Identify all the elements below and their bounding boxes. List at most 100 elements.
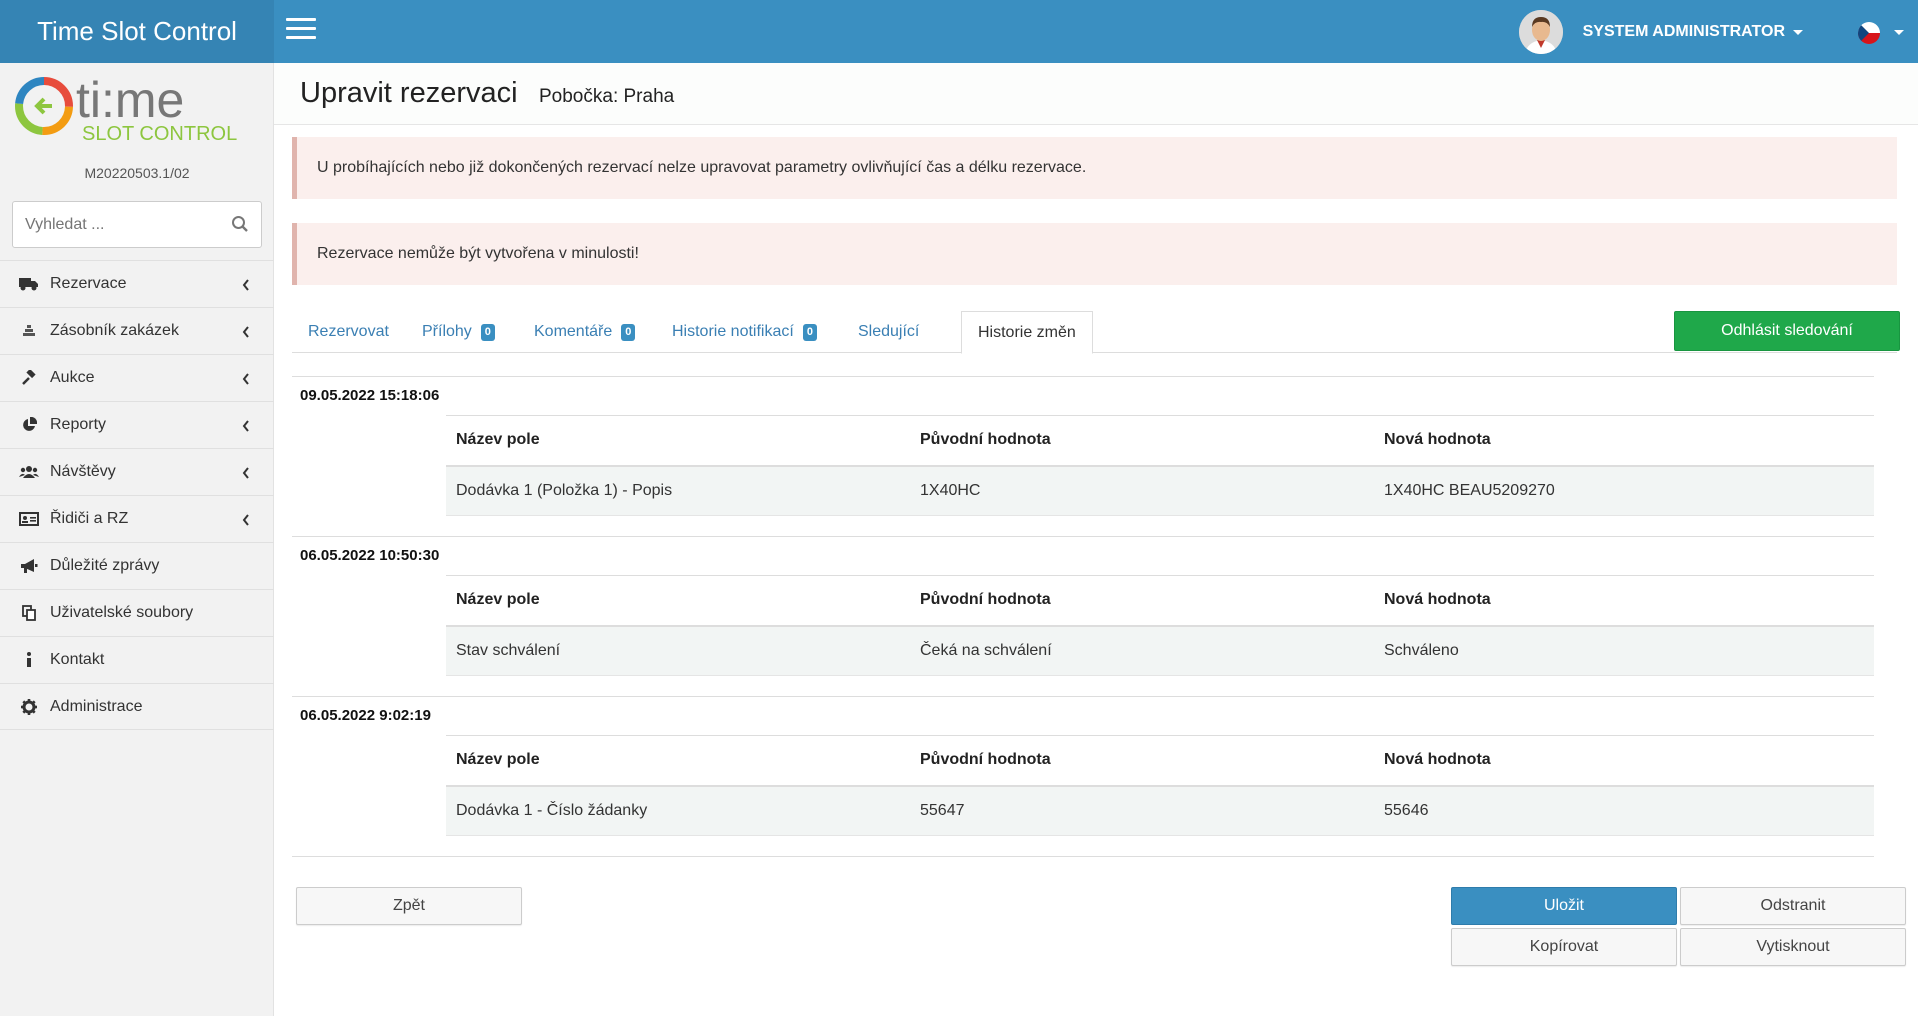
chevron-left-icon	[242, 325, 250, 343]
sidebar-item-ridici-a-rz[interactable]: Řidiči a RZ	[0, 495, 274, 542]
column-header: Nová hodnota	[1374, 415, 1874, 467]
column-header: Název pole	[446, 735, 910, 787]
new-value-cell: 1X40HC BEAU5209270	[1374, 465, 1874, 516]
tab-komentare[interactable]: Komentáře 0	[518, 311, 651, 353]
entry-date: 09.05.2022 15:18:06	[300, 387, 440, 404]
tab-prilohy[interactable]: Přílohy 0	[406, 311, 511, 353]
svg-text:ti:me: ti:me	[76, 73, 184, 128]
tab-historie-zmen[interactable]: Historie změn	[961, 311, 1093, 354]
print-button[interactable]: Vytisknout	[1680, 928, 1906, 966]
sidebar-item-label: Řidiči a RZ	[50, 510, 129, 527]
pie-chart-icon	[18, 416, 40, 434]
svg-text:SLOT CONTROL: SLOT CONTROL	[82, 123, 237, 145]
chevron-left-icon	[242, 278, 250, 296]
save-button[interactable]: Uložit	[1451, 887, 1677, 925]
language-chevron-down-icon[interactable]	[1894, 30, 1904, 35]
tab-historie-notifikaci[interactable]: Historie notifikací 0	[656, 311, 833, 353]
column-header: Původní hodnota	[910, 415, 1374, 467]
column-header: Původní hodnota	[910, 575, 1374, 627]
sidebar-item-rezervace[interactable]: Rezervace	[0, 260, 274, 307]
history-entry: 06.05.2022 10:50:30 Název pole Původní h…	[292, 537, 1874, 697]
app-version: M20220503.1/02	[84, 165, 190, 181]
field-name-cell: Dodávka 1 - Číslo žádanky	[446, 785, 910, 836]
changes-table: Název pole Původní hodnota Nová hodnota …	[446, 575, 1874, 676]
count-badge: 0	[621, 323, 636, 341]
tab-label: Rezervovat	[308, 323, 389, 340]
old-value-cell: 1X40HC	[910, 465, 1374, 516]
chevron-left-icon	[242, 513, 250, 531]
column-header: Název pole	[446, 415, 910, 467]
gavel-icon	[18, 369, 40, 387]
table-header-row: Název pole Původní hodnota Nová hodnota	[446, 575, 1874, 627]
unfollow-button[interactable]: Odhlásit sledování	[1674, 311, 1900, 351]
table-header-row: Název pole Původní hodnota Nová hodnota	[446, 415, 1874, 467]
field-name-cell: Stav schválení	[446, 625, 910, 676]
chevron-left-icon	[242, 466, 250, 484]
page-title: Upravit rezervaci	[300, 77, 518, 109]
column-header: Název pole	[446, 575, 910, 627]
copy-button[interactable]: Kopírovat	[1451, 928, 1677, 966]
sidebar-item-label: Kontakt	[50, 651, 105, 668]
main-content: Upravit rezervaci Pobočka: Praha U probí…	[274, 63, 1918, 1016]
chevron-left-icon	[242, 419, 250, 437]
sidebar-item-uzivatelske-soubory[interactable]: Uživatelské soubory	[0, 589, 274, 636]
search-input[interactable]	[13, 202, 213, 247]
count-badge: 0	[802, 323, 817, 341]
gear-icon	[18, 698, 40, 716]
table-row: Stav schválení Čeká na schválení Schvále…	[446, 625, 1874, 676]
back-button[interactable]: Zpět	[296, 887, 522, 925]
change-history: 09.05.2022 15:18:06 Název pole Původní h…	[292, 376, 1874, 857]
sidebar-item-label: Administrace	[50, 697, 143, 715]
tab-label: Historie změn	[978, 323, 1076, 341]
column-header: Nová hodnota	[1374, 735, 1874, 787]
user-menu[interactable]: SYSTEM ADMINISTRATOR	[1518, 10, 1803, 54]
tab-label: Přílohy	[422, 323, 472, 340]
cz-flag-icon[interactable]	[1858, 22, 1880, 44]
sidebar-item-administrace[interactable]: Administrace	[0, 683, 274, 730]
users-icon	[18, 463, 40, 481]
search-icon[interactable]	[231, 215, 249, 238]
stack-icon	[18, 322, 40, 340]
sidebar-item-label: Rezervace	[50, 275, 127, 292]
old-value-cell: 55647	[910, 785, 1374, 836]
alert-past-reservation: Rezervace nemůže být vytvořena v minulos…	[292, 223, 1897, 285]
copy-icon	[18, 604, 40, 622]
sidebar-item-aukce[interactable]: Aukce	[0, 354, 274, 401]
sidebar-item-label: Zásobník zakázek	[50, 322, 179, 339]
sidebar-menu: Rezervace Zásobník zakázek Aukce Reporty…	[0, 260, 274, 730]
table-row: Dodávka 1 - Číslo žádanky 55647 55646	[446, 785, 1874, 836]
column-header: Nová hodnota	[1374, 575, 1874, 627]
new-value-cell: Schváleno	[1374, 625, 1874, 676]
sidebar: ti:me SLOT CONTROL M20220503.1/02 Rezerv…	[0, 63, 274, 1016]
changes-table: Název pole Původní hodnota Nová hodnota …	[446, 415, 1874, 516]
history-entry: 09.05.2022 15:18:06 Název pole Původní h…	[292, 377, 1874, 537]
sidebar-item-zasobnik-zakazek[interactable]: Zásobník zakázek	[0, 307, 274, 354]
table-header-row: Název pole Původní hodnota Nová hodnota	[446, 735, 1874, 787]
sidebar-item-reporty[interactable]: Reporty	[0, 401, 274, 448]
page-subtitle: Pobočka: Praha	[539, 86, 675, 107]
sidebar-item-dulezite-zpravy[interactable]: Důležité zprávy	[0, 542, 274, 589]
info-icon	[18, 651, 40, 669]
id-card-icon	[18, 510, 40, 528]
entry-date: 06.05.2022 9:02:19	[300, 707, 431, 724]
field-name-cell: Dodávka 1 (Položka 1) - Popis	[446, 465, 910, 516]
tab-bar: Rezervovat Přílohy 0 Komentáře 0 Historie …	[292, 311, 1897, 354]
search-box	[12, 201, 262, 248]
truck-icon	[18, 275, 40, 293]
tab-label: Sledující	[858, 323, 920, 340]
app-title[interactable]: Time Slot Control	[0, 0, 274, 63]
hamburger-menu-icon[interactable]	[286, 18, 316, 42]
tab-sledujici[interactable]: Sledující	[842, 311, 935, 353]
sidebar-item-label: Návštěvy	[50, 463, 116, 480]
sidebar-item-kontakt[interactable]: Kontakt	[0, 636, 274, 683]
sidebar-item-navstevy[interactable]: Návštěvy	[0, 448, 274, 495]
page-header: Upravit rezervaci Pobočka: Praha	[274, 63, 1918, 125]
tab-rezervovat[interactable]: Rezervovat	[292, 311, 405, 353]
user-name[interactable]: SYSTEM ADMINISTRATOR	[1583, 23, 1785, 41]
chevron-down-icon[interactable]	[1793, 29, 1803, 35]
delete-button[interactable]: Odstranit	[1680, 887, 1906, 925]
old-value-cell: Čeká na schválení	[910, 625, 1374, 676]
sidebar-item-label: Reporty	[50, 416, 107, 433]
avatar	[1518, 10, 1563, 54]
column-header: Původní hodnota	[910, 735, 1374, 787]
